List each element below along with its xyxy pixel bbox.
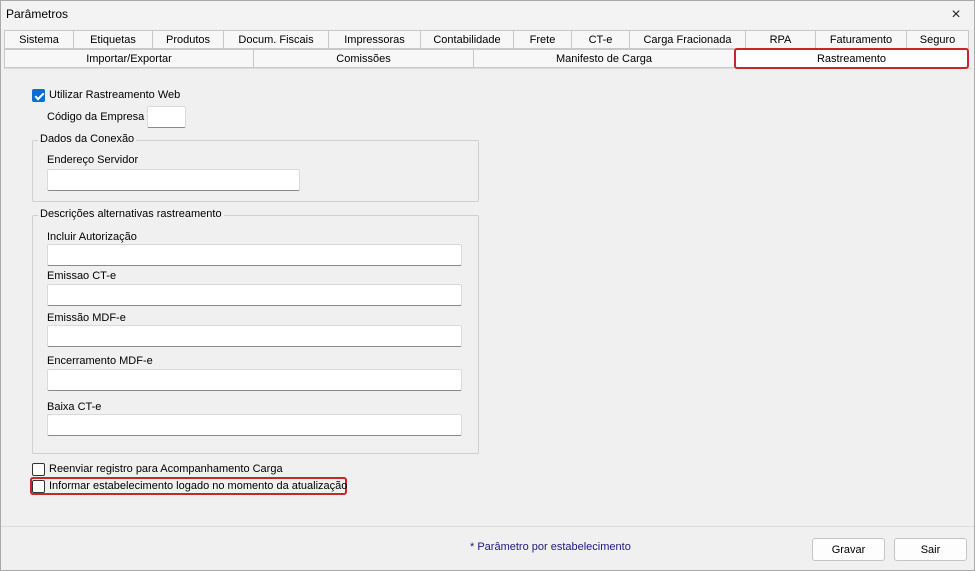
tab-produtos[interactable]: Produtos — [152, 30, 224, 49]
tab-importar-exportar[interactable]: Importar/Exportar — [4, 49, 254, 68]
tab-etiquetas[interactable]: Etiquetas — [73, 30, 153, 49]
tab-rpa[interactable]: RPA — [745, 30, 816, 49]
tab-manifesto-de-carga[interactable]: Manifesto de Carga — [473, 49, 735, 68]
tab-row-2: Importar/Exportar Comissões Manifesto de C… — [4, 48, 972, 69]
tab-rastreamento[interactable]: Rastreamento — [734, 48, 969, 69]
descriptions-group: Descrições alternativas rastreamento Inc… — [32, 208, 479, 454]
encerramento-mdfe-input[interactable] — [47, 369, 462, 391]
tab-frete[interactable]: Frete — [513, 30, 572, 49]
exit-button[interactable]: Sair — [894, 538, 967, 561]
tab-contabilidade[interactable]: Contabilidade — [420, 30, 514, 49]
emissao-cte-input[interactable] — [47, 284, 462, 306]
emissao-cte-label: Emissao CT-e — [47, 270, 117, 282]
server-address-label: Endereço Servidor — [47, 154, 139, 166]
tab-faturamento[interactable]: Faturamento — [815, 30, 907, 49]
window-title: Parâmetros — [6, 7, 69, 21]
tab-row-1: Sistema Etiquetas Produtos Docum. Fiscais Im… — [4, 30, 972, 49]
use-web-tracking-label: Utilizar Rastreamento Web — [49, 89, 181, 101]
tab-carga-fracionada[interactable]: Carga Fracionada — [629, 30, 746, 49]
tab-sistema[interactable]: Sistema — [4, 30, 74, 49]
inform-establishment-label: Informar estabelecimento logado no momen… — [49, 480, 348, 492]
company-code-label: Código da Empresa — [47, 111, 145, 123]
company-code-input[interactable] — [147, 106, 186, 128]
tab-ct-e[interactable]: CT-e — [571, 30, 630, 49]
tab-seguro[interactable]: Seguro — [906, 30, 969, 49]
server-address-input[interactable] — [47, 169, 300, 191]
title-bar: Parâmetros × — [1, 1, 974, 29]
connection-group: Dados da Conexão Endereço Servidor — [32, 133, 479, 202]
tab-docum-fiscais[interactable]: Docum. Fiscais — [223, 30, 329, 49]
close-icon[interactable]: × — [938, 1, 974, 29]
incluir-autorizacao-label: Incluir Autorização — [47, 231, 137, 243]
inform-establishment-checkbox[interactable] — [32, 480, 45, 493]
baixa-cte-label: Baixa CT-e — [47, 401, 102, 413]
resend-tracking-label: Reenviar registro para Acompanhamento Ca… — [49, 463, 283, 475]
rastreamento-panel: Utilizar Rastreamento Web Código da Empr… — [4, 68, 972, 526]
emissao-mdfe-label: Emissão MDF-e — [47, 312, 126, 324]
descriptions-group-title: Descrições alternativas rastreamento — [38, 208, 224, 220]
tab-comissoes[interactable]: Comissões — [253, 49, 474, 68]
baixa-cte-input[interactable] — [47, 414, 462, 436]
footer-bar: * Parâmetro por estabelecimento Gravar S… — [1, 526, 974, 570]
save-button[interactable]: Gravar — [812, 538, 885, 561]
parameters-window: Parâmetros × Sistema Etiquetas Produtos Doc… — [0, 0, 975, 571]
emissao-mdfe-input[interactable] — [47, 325, 462, 347]
use-web-tracking-checkbox[interactable] — [32, 89, 45, 102]
resend-tracking-checkbox[interactable] — [32, 463, 45, 476]
tab-impressoras[interactable]: Impressoras — [328, 30, 421, 49]
connection-group-title: Dados da Conexão — [38, 133, 137, 145]
incluir-autorizacao-input[interactable] — [47, 244, 462, 266]
establishment-note: * Parâmetro por estabelecimento — [470, 541, 631, 553]
encerramento-mdfe-label: Encerramento MDF-e — [47, 355, 153, 367]
